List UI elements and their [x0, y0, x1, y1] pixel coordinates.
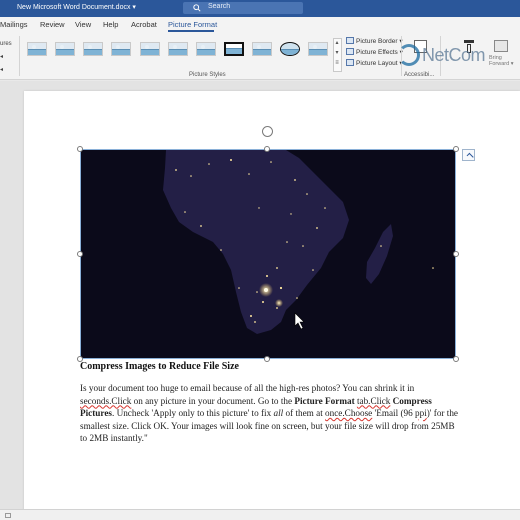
rotate-handle-icon[interactable] [262, 126, 273, 137]
resize-handle-top-right-icon[interactable] [453, 146, 459, 152]
ribbon-tabs: Mailings Review View Help Acrobat Pictur… [0, 17, 520, 32]
layout-options-button[interactable] [462, 149, 475, 161]
text-run: of them at [283, 408, 326, 419]
gallery-down-icon[interactable]: ▾ [333, 49, 341, 56]
picture-style-thumb[interactable] [196, 42, 216, 56]
picture-style-thumb[interactable] [308, 42, 328, 56]
resize-handle-top-icon[interactable] [264, 146, 270, 152]
text-run: 'Email (96 [372, 408, 415, 419]
search-input[interactable]: Search [183, 2, 303, 14]
picture-style-thumb-oval[interactable] [280, 42, 300, 56]
resize-handle-top-left-icon[interactable] [77, 146, 83, 152]
gallery-up-icon[interactable]: ▴ [333, 39, 341, 46]
picture-border-button[interactable]: Picture Border ▾ [346, 37, 403, 45]
text-run: Is your document too huge to email becau… [80, 383, 415, 393]
tab-review[interactable]: Review [40, 20, 65, 29]
tab-acrobat[interactable]: Acrobat [131, 20, 157, 29]
tab-help[interactable]: Help [103, 20, 118, 29]
picture-layout-label: Picture Layout ▾ [356, 60, 403, 67]
picture-border-label: Picture Border ▾ [356, 38, 403, 45]
italic-text: all [273, 408, 284, 419]
spelling-error-word: once.Choose [325, 408, 373, 419]
ribbon-divider [19, 36, 20, 76]
status-bar [0, 509, 520, 520]
picture-style-thumb[interactable] [140, 42, 160, 56]
picture-style-thumb[interactable] [83, 42, 103, 56]
thumb-landscape-icon [226, 48, 242, 54]
thumb-landscape-icon [84, 49, 102, 55]
tab-view[interactable]: View [75, 20, 91, 29]
ribbon-fragment-arrow[interactable]: ◂ [0, 64, 12, 77]
thumb-landscape-icon [253, 49, 271, 55]
text-run: on any picture in your document. Go to t… [131, 395, 295, 406]
selected-picture[interactable] [80, 149, 456, 359]
picture-border-icon [346, 37, 354, 44]
picture-style-thumb[interactable] [27, 42, 47, 56]
spelling-error-word: ppi [415, 408, 427, 419]
search-placeholder: Search [208, 3, 231, 10]
search-icon [193, 4, 201, 12]
layout-options-icon [466, 152, 474, 160]
netcom-logo-icon [398, 44, 420, 66]
africa-night-lights-image [81, 150, 455, 358]
resize-handle-left-icon[interactable] [77, 251, 83, 257]
thumb-landscape-icon [281, 49, 299, 55]
picture-style-thumb[interactable] [168, 42, 188, 56]
text-run: . Uncheck 'Apply only to this picture' t… [111, 408, 274, 419]
gallery-more-icon[interactable]: ≡ [333, 60, 341, 66]
spelling-error-word: tab.Click [356, 395, 391, 406]
thumb-landscape-icon [28, 49, 46, 55]
picture-style-thumb[interactable] [252, 42, 272, 56]
document-body-paragraph[interactable]: Is your document too huge to email becau… [80, 382, 460, 445]
page-status-icon[interactable] [5, 513, 11, 518]
picture-style-thumb[interactable] [111, 42, 131, 56]
netcom-watermark: NetCom [398, 37, 518, 77]
picture-effects-label: Picture Effects ▾ [356, 49, 403, 56]
thumb-landscape-icon [56, 49, 74, 55]
bold-text: Picture Format [294, 395, 355, 406]
document-title[interactable]: New Microsoft Word Document.docx ▾ [17, 3, 136, 11]
picture-layout-button[interactable]: Picture Layout ▾ [346, 59, 403, 67]
tab-mailings[interactable]: Mailings [0, 20, 28, 29]
ribbon-fragment-arrow[interactable]: ◂ [0, 51, 12, 64]
thumb-landscape-icon [112, 49, 130, 55]
picture-style-thumb-black-frame[interactable] [224, 42, 244, 56]
picture-effects-button[interactable]: Picture Effects ▾ [346, 48, 403, 56]
ribbon-left-fragment: ures ◂ ◂ [0, 38, 12, 77]
resize-handle-bottom-right-icon[interactable] [453, 356, 459, 362]
spelling-error-word: seconds.Click [80, 395, 132, 406]
thumb-landscape-icon [309, 49, 327, 55]
title-bar: New Microsoft Word Document.docx ▾ Searc… [0, 0, 520, 17]
watermark-text: NetCom [422, 45, 486, 65]
ribbon-fragment-label[interactable]: ures [0, 38, 12, 51]
thumb-landscape-icon [169, 49, 187, 55]
group-label-picture-styles: Picture Styles [189, 72, 226, 78]
thumb-landscape-icon [141, 49, 159, 55]
tab-picture-format[interactable]: Picture Format [168, 20, 217, 29]
picture-layout-icon [346, 59, 354, 66]
picture-effects-icon [346, 48, 354, 55]
document-heading[interactable]: Compress Images to Reduce File Size [80, 361, 239, 372]
resize-handle-right-icon[interactable] [453, 251, 459, 257]
thumb-landscape-icon [197, 49, 215, 55]
resize-handle-bottom-icon[interactable] [264, 356, 270, 362]
picture-style-thumb[interactable] [55, 42, 75, 56]
